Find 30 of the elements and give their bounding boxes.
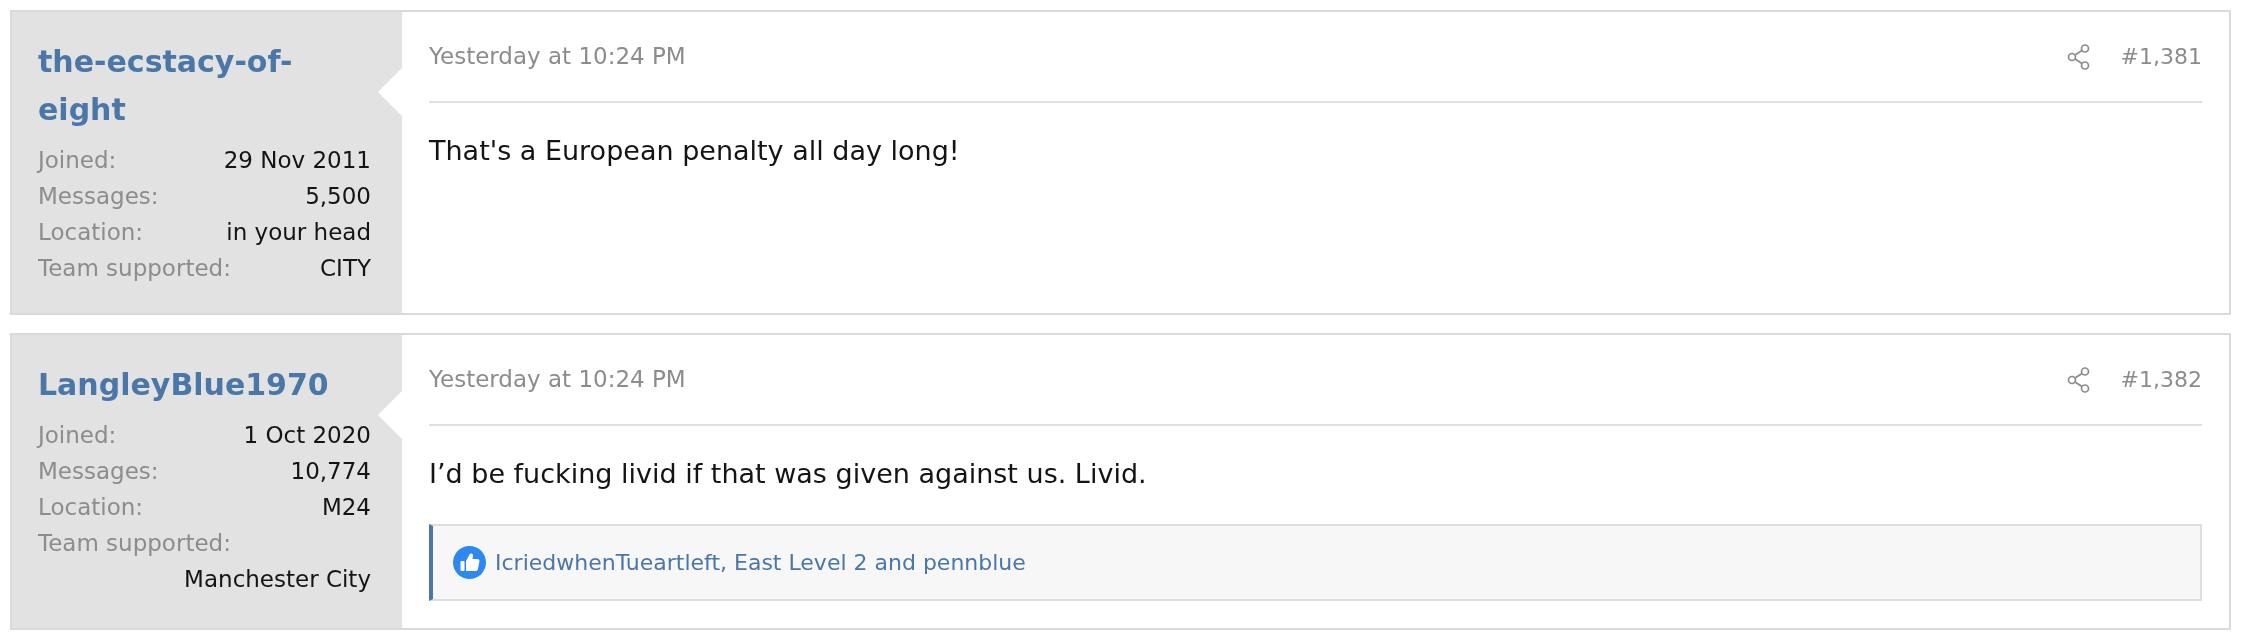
username-link[interactable]: the-ecstacy-of-eight xyxy=(38,38,371,134)
field-label: Messages: xyxy=(38,457,159,486)
post-date-link[interactable]: Yesterday at 10:24 PM xyxy=(429,363,686,396)
field-label: Messages: xyxy=(38,182,159,211)
reactions-link[interactable]: IcriedwhenTueartleft, East Level 2 and pennblue xyxy=(495,546,1026,579)
field-label: Joined: xyxy=(38,421,117,450)
field-label: Team supported: xyxy=(38,254,231,283)
field-value: 1 Oct 2020 xyxy=(243,421,371,450)
field-value: 29 Nov 2011 xyxy=(223,146,371,175)
post-date-link[interactable]: Yesterday at 10:24 PM xyxy=(429,40,686,73)
field-value: 10,774 xyxy=(290,457,371,486)
user-panel-pointer xyxy=(378,391,402,439)
post-text: That's a European penalty all day long! xyxy=(429,134,961,168)
field-value: CITY xyxy=(320,254,371,283)
field-label: Joined: xyxy=(38,146,117,175)
share-icon[interactable] xyxy=(2066,43,2091,70)
thumbs-up-icon xyxy=(453,546,486,579)
field-value: M24 xyxy=(321,493,371,522)
field-label: Team supported: xyxy=(38,529,231,558)
field-value: in your head xyxy=(226,218,371,247)
post-number-link[interactable]: #1,381 xyxy=(2120,40,2202,73)
post-number-link[interactable]: #1,382 xyxy=(2120,363,2202,396)
field-label: Location: xyxy=(38,493,144,522)
user-panel-pointer xyxy=(378,68,402,116)
post-text: I’d be fucking livid if that was given against us. Livid. xyxy=(429,457,1148,491)
field-label: Location: xyxy=(38,218,144,247)
field-value: 5,500 xyxy=(305,182,371,211)
field-value: Manchester City xyxy=(184,565,371,594)
username-link[interactable]: LangleyBlue1970 xyxy=(38,361,329,409)
share-icon[interactable] xyxy=(2066,366,2091,393)
